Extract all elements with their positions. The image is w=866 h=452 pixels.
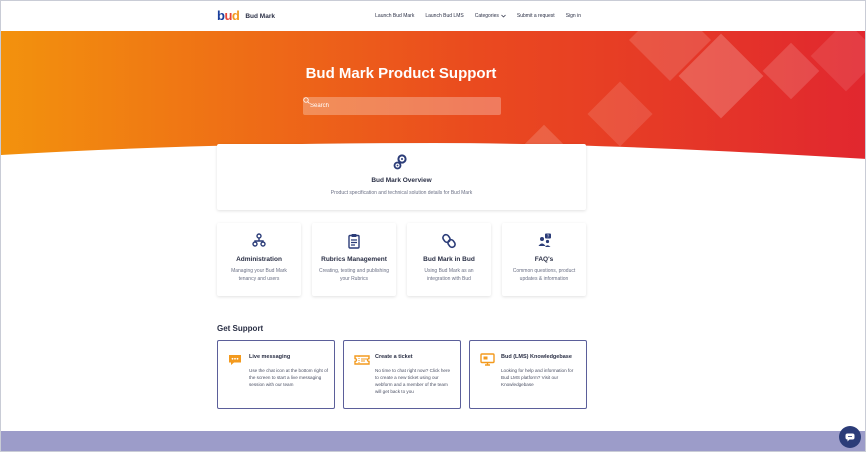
ticket-icon (354, 353, 370, 371)
support-card-title: Live messaging (249, 354, 291, 360)
top-navigation-bar: bud Bud Mark Launch Bud Mark Launch Bud … (1, 1, 865, 31)
support-card-create-ticket[interactable]: Create a ticket No time to chat right no… (343, 340, 461, 409)
support-card-live-messaging[interactable]: Live messaging Use the chat icon at the … (217, 340, 335, 409)
category-title: Administration (236, 256, 282, 263)
page-frame: bud Bud Mark Launch Bud Mark Launch Bud … (0, 0, 866, 452)
monitor-icon (480, 353, 495, 371)
category-title: FAQ's (534, 256, 554, 263)
get-support-heading: Get Support (217, 324, 264, 333)
chevron-down-icon (501, 14, 506, 18)
chat-bubble-icon (845, 433, 855, 441)
clipboard-icon (347, 233, 361, 254)
nav-categories-dropdown[interactable]: Categories (475, 13, 506, 19)
nav-categories-label: Categories (474, 13, 499, 19)
chat-icon (228, 353, 242, 371)
category-description: Managing your Bud Mark tenancy and users (231, 268, 287, 282)
support-card-description: Looking for help and information for Bud… (501, 368, 574, 387)
support-card-title: Create a ticket (375, 354, 413, 360)
support-card-title: Bud (LMS) Knowledgebase (501, 354, 572, 360)
search-icon (303, 97, 310, 104)
overview-title: Bud Mark Overview (371, 177, 432, 184)
support-card-description: Use the chat icon at the bottom right of… (249, 368, 328, 387)
category-description: Common questions, product updates & info… (512, 268, 576, 282)
category-card-faqs[interactable]: ? FAQ's Common questions, product update… (502, 223, 586, 296)
category-description: Creating, testing and publishing your Ru… (318, 268, 390, 282)
link-icon (442, 233, 456, 254)
overview-description: Product specification and technical solu… (330, 190, 473, 196)
search-bar[interactable] (303, 97, 501, 115)
nav-submit-request[interactable]: Submit a request (517, 13, 555, 19)
category-title: Rubrics Management (321, 256, 387, 263)
category-description: Using Bud Mark as an integration with Bu… (424, 268, 474, 282)
support-card-description: No time to chat right now? Click here to… (375, 368, 451, 394)
live-chat-button[interactable] (839, 426, 861, 448)
question-people-icon: ? (537, 233, 552, 253)
footer-band (1, 431, 865, 451)
overview-card[interactable]: Bud Mark Overview Product specification … (217, 144, 586, 210)
gears-icon (393, 154, 407, 175)
category-title: Bud Mark in Bud (423, 256, 475, 263)
page-title: Bud Mark Product Support (305, 65, 497, 82)
logo-text: Bud Mark (245, 12, 275, 20)
brand-logo[interactable]: bud Bud Mark (217, 8, 275, 23)
search-input[interactable] (310, 103, 480, 109)
nav-launch-bud-lms[interactable]: Launch Bud LMS (425, 13, 463, 19)
category-card-bud-mark-in-bud[interactable]: Bud Mark in Bud Using Bud Mark as an int… (407, 223, 491, 296)
nav-launch-bud-mark[interactable]: Launch Bud Mark (375, 13, 414, 19)
category-card-rubrics-management[interactable]: Rubrics Management Creating, testing and… (312, 223, 396, 296)
category-card-administration[interactable]: Administration Managing your Bud Mark te… (217, 223, 301, 296)
main-nav: Launch Bud Mark Launch Bud LMS Categorie… (375, 13, 581, 19)
org-chart-icon (252, 233, 266, 252)
support-card-knowledgebase[interactable]: Bud (LMS) Knowledgebase Looking for help… (469, 340, 587, 409)
nav-sign-in[interactable]: Sign in (566, 13, 581, 19)
bud-logo-icon: bud (217, 8, 240, 23)
